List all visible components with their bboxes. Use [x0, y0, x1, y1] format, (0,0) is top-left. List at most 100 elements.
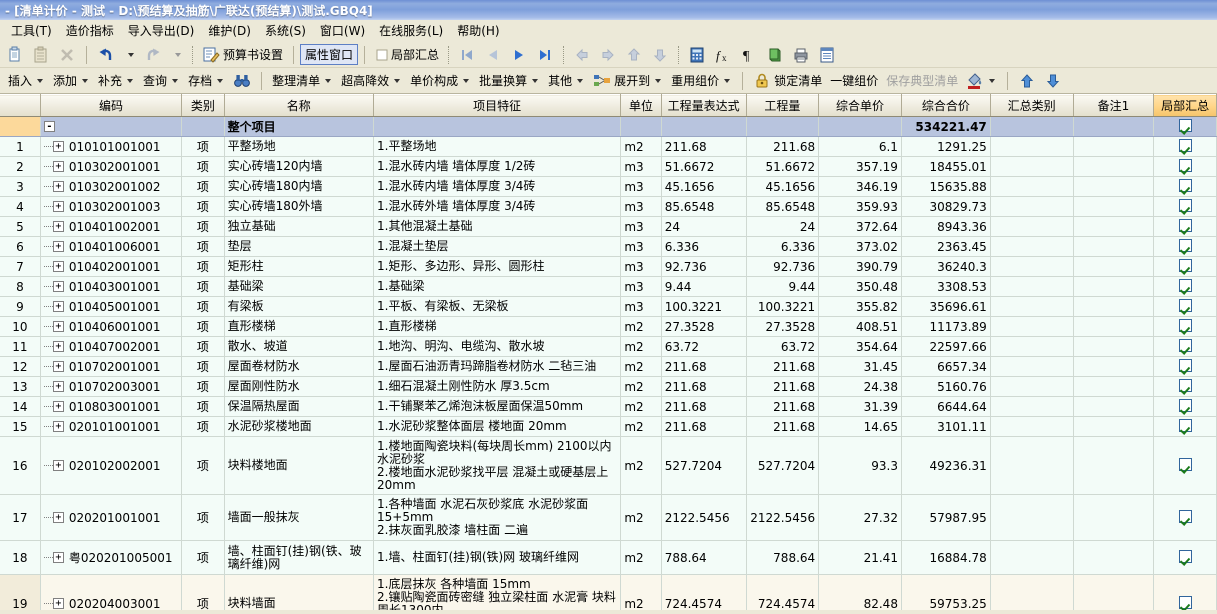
cell-cat[interactable] — [990, 276, 1074, 297]
cell-local-summary[interactable] — [1153, 256, 1217, 277]
cell-total[interactable]: 6657.34 — [901, 356, 991, 377]
cell-expr[interactable]: 6.336 — [661, 236, 747, 257]
cell-cat[interactable] — [990, 156, 1074, 177]
table-row[interactable]: 15 +020101001001 项水泥砂浆楼地面 1.水泥砂浆整体面层 楼地面 20… — [0, 416, 1217, 437]
cell-total[interactable]: 35696.61 — [901, 296, 991, 317]
cell-note[interactable] — [1073, 356, 1155, 377]
expand-icon[interactable]: + — [52, 512, 64, 523]
cell-type[interactable]: 项 — [181, 176, 225, 197]
cell-note[interactable] — [1073, 436, 1155, 495]
row-number[interactable]: 16 — [0, 436, 41, 495]
cell-note[interactable] — [1073, 116, 1155, 137]
checkbox-checked-icon[interactable] — [1178, 338, 1192, 352]
cell-type[interactable]: 项 — [181, 216, 225, 237]
cell-total[interactable]: 534221.47 — [901, 116, 991, 137]
table-row[interactable]: 5 +010401002001 项独立基础 1.其他混凝土基础 m3 24 24 372.64… — [0, 216, 1217, 237]
menu-item-1[interactable]: 造价指标 — [59, 20, 121, 42]
cell-cat[interactable] — [990, 494, 1074, 541]
menu-item-0[interactable]: 工具(T) — [4, 20, 59, 42]
checkbox-checked-icon[interactable] — [1178, 258, 1192, 272]
cell-total[interactable]: 5160.76 — [901, 376, 991, 397]
cell-unit[interactable]: m3 — [620, 216, 662, 237]
cell-expr[interactable]: 92.736 — [661, 256, 747, 277]
expand-icon[interactable]: + — [52, 301, 64, 312]
cell-unit[interactable]: m2 — [620, 494, 662, 541]
cell-type[interactable]: 项 — [181, 416, 225, 437]
cell-expr[interactable]: 788.64 — [661, 540, 747, 575]
cell-unit[interactable]: m3 — [620, 296, 662, 317]
cell-unit[interactable]: m2 — [620, 136, 662, 157]
cell-name[interactable]: 屋面刚性防水 — [224, 376, 375, 397]
cell-cat[interactable] — [990, 176, 1074, 197]
expand-icon[interactable]: + — [52, 241, 64, 252]
cell-local-summary[interactable] — [1153, 116, 1217, 137]
cell-total[interactable]: 30829.73 — [901, 196, 991, 217]
cell-code[interactable]: + 粤020201005001 — [40, 540, 183, 575]
column-header-total[interactable]: 综合合价 — [901, 94, 991, 117]
cell-name[interactable]: 有梁板 — [224, 296, 375, 317]
cell-local-summary[interactable] — [1153, 376, 1217, 397]
table-row[interactable]: 1 +010101001001 项平整场地 1.平整场地 m2 211.68 211.68 6… — [0, 136, 1217, 157]
toolbar2-button-2[interactable]: 补充 — [94, 70, 139, 92]
cell-price[interactable] — [818, 116, 902, 137]
clipboard-button[interactable] — [2, 44, 28, 66]
column-header-feature[interactable]: 项目特征 — [373, 94, 622, 117]
cell-unit[interactable]: m3 — [620, 156, 662, 177]
cell-qty[interactable]: 2122.5456 — [746, 494, 820, 541]
cell-cat[interactable] — [990, 436, 1074, 495]
expand-icon[interactable]: + — [52, 401, 64, 412]
menu-item-6[interactable]: 在线服务(L) — [372, 20, 450, 42]
cell-expr[interactable]: 724.4574 — [661, 574, 747, 610]
cell-expr[interactable]: 85.6548 — [661, 196, 747, 217]
report-button[interactable] — [814, 44, 840, 66]
cell-note[interactable] — [1073, 540, 1155, 575]
cell-note[interactable] — [1073, 196, 1155, 217]
cell-expr[interactable]: 9.44 — [661, 276, 747, 297]
cell-type[interactable]: 项 — [181, 336, 225, 357]
cell-note[interactable] — [1073, 316, 1155, 337]
cell-price[interactable]: 31.39 — [818, 396, 902, 417]
cell-name[interactable]: 屋面卷材防水 — [224, 356, 375, 377]
cell-qty[interactable]: 724.4574 — [746, 574, 820, 610]
cell-cat[interactable] — [990, 296, 1074, 317]
cell-name[interactable]: 墙、柱面钉(挂)钢(铁、玻璃纤维)网 — [224, 540, 375, 575]
cell-price[interactable]: 24.38 — [818, 376, 902, 397]
cell-type[interactable]: 项 — [181, 376, 225, 397]
move-right-button[interactable] — [595, 44, 621, 66]
cell-cat[interactable] — [990, 376, 1074, 397]
cell-total[interactable]: 2363.45 — [901, 236, 991, 257]
cell-feature[interactable]: 1.各种墙面 水泥石灰砂浆底 水泥砂浆面 15+5mm 2.抹灰面乳胶漆 墙柱面… — [373, 494, 622, 541]
budget-settings-button[interactable]: 预算书设置 — [198, 44, 287, 66]
column-header-expr[interactable]: 工程量表达式 — [661, 94, 747, 117]
cell-price[interactable]: 390.79 — [818, 256, 902, 277]
expand-icon[interactable]: + — [52, 361, 64, 372]
cell-code[interactable]: +010702001001 — [40, 356, 183, 377]
binoculars-icon-button[interactable] — [229, 70, 255, 92]
cell-qty[interactable]: 211.68 — [746, 376, 820, 397]
local-summary-button[interactable]: 局部汇总 — [371, 44, 443, 66]
row-number[interactable]: 3 — [0, 176, 41, 197]
nav-next-button[interactable] — [506, 44, 532, 66]
checkbox-checked-icon[interactable] — [1178, 418, 1192, 432]
toolbar2-button-10[interactable]: 其他 — [544, 70, 589, 92]
cell-code[interactable]: +010407002001 — [40, 336, 183, 357]
paint-bucket-icon-button[interactable] — [962, 70, 1001, 92]
row-number[interactable]: 11 — [0, 336, 41, 357]
row-number[interactable]: 19 — [0, 574, 41, 610]
cell-feature[interactable] — [373, 116, 622, 137]
chevron-down-icon[interactable] — [577, 78, 584, 83]
toolbar2-button-13[interactable]: 锁定清单 — [749, 70, 826, 92]
cell-type[interactable]: 项 — [181, 396, 225, 417]
cell-type[interactable]: 项 — [181, 236, 225, 257]
checkbox-checked-icon[interactable] — [1178, 158, 1192, 172]
toolbar2-button-8[interactable]: 单价构成 — [406, 70, 475, 92]
cell-name[interactable]: 保温隔热屋面 — [224, 396, 375, 417]
cell-local-summary[interactable] — [1153, 216, 1217, 237]
column-header-type[interactable]: 类别 — [181, 94, 225, 117]
cell-note[interactable] — [1073, 416, 1155, 437]
cell-name[interactable]: 墙面一般抹灰 — [224, 494, 375, 541]
cell-local-summary[interactable] — [1153, 156, 1217, 177]
expand-icon[interactable]: + — [52, 261, 64, 272]
chevron-down-icon[interactable] — [127, 78, 134, 83]
cell-cat[interactable] — [990, 396, 1074, 417]
